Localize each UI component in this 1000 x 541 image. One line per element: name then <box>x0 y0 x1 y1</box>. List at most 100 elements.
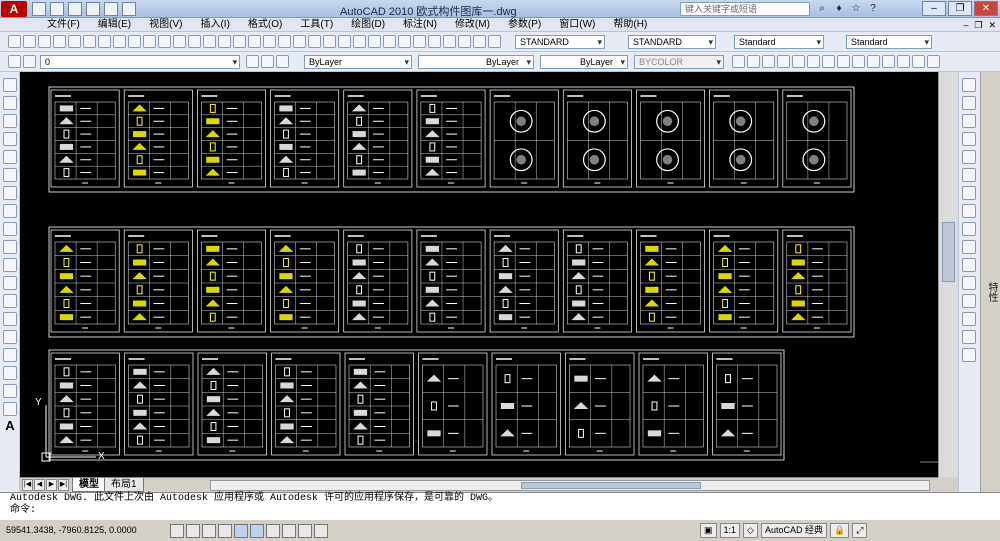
extend-icon[interactable] <box>962 258 976 272</box>
standard-tool-icon[interactable] <box>233 35 246 48</box>
command-window[interactable]: Autodesk DWG. 此文件上次由 Autodesk 应用程序或 Auto… <box>0 492 1000 519</box>
application-menu-button[interactable]: A <box>1 1 27 17</box>
command-prompt[interactable]: 命令: <box>0 505 1000 517</box>
doc-close-icon[interactable]: ✕ <box>988 19 996 31</box>
construction-line-icon[interactable] <box>3 96 17 110</box>
multileader-style-select[interactable]: Standard <box>846 35 932 49</box>
lineweight-select[interactable]: ByLayer <box>540 55 628 69</box>
make-current-icon[interactable] <box>246 55 259 68</box>
chamfer-icon[interactable] <box>962 312 976 326</box>
menu-item[interactable]: 参数(P) <box>499 19 550 31</box>
dim-style-select[interactable]: STANDARD <box>628 35 716 49</box>
tab-layout1[interactable]: 布局1 <box>104 478 144 492</box>
annotation-visibility-icon[interactable]: ◇ <box>743 523 758 538</box>
standard-tool-icon[interactable] <box>383 35 396 48</box>
point-icon[interactable] <box>3 312 17 326</box>
standard-tool-icon[interactable] <box>218 35 231 48</box>
dimension-tool-icon[interactable] <box>732 55 745 68</box>
trim-icon[interactable] <box>962 240 976 254</box>
dimension-tool-icon[interactable] <box>852 55 865 68</box>
help-search-input[interactable]: 键入关键字或短语 <box>680 2 810 16</box>
circle-icon[interactable] <box>3 186 17 200</box>
ducs-toggle-icon[interactable] <box>266 524 280 538</box>
polygon-icon[interactable] <box>3 132 17 146</box>
color-select[interactable]: ByLayer <box>304 55 412 69</box>
standard-tool-icon[interactable] <box>38 35 51 48</box>
standard-tool-icon[interactable] <box>368 35 381 48</box>
dimension-tool-icon[interactable] <box>897 55 910 68</box>
standard-tool-icon[interactable] <box>113 35 126 48</box>
drawing-canvas[interactable]: Y X <box>20 72 938 477</box>
fillet-icon[interactable] <box>962 330 976 344</box>
standard-tool-icon[interactable] <box>173 35 186 48</box>
dimension-tool-icon[interactable] <box>747 55 760 68</box>
standard-tool-icon[interactable] <box>458 35 471 48</box>
workspace-select[interactable]: AutoCAD 经典 <box>760 523 827 538</box>
standard-tool-icon[interactable] <box>128 35 141 48</box>
standard-tool-icon[interactable] <box>158 35 171 48</box>
standard-tool-icon[interactable] <box>23 35 36 48</box>
standard-tool-icon[interactable] <box>293 35 306 48</box>
explode-icon[interactable] <box>962 348 976 362</box>
rotate-icon[interactable] <box>962 186 976 200</box>
dimension-tool-icon[interactable] <box>777 55 790 68</box>
ellipse-arc-icon[interactable] <box>3 258 17 272</box>
standard-tool-icon[interactable] <box>278 35 291 48</box>
new-icon[interactable] <box>32 2 46 16</box>
mtext-tool-label[interactable]: A <box>3 419 17 434</box>
offset-icon[interactable] <box>962 132 976 146</box>
vertical-scrollbar[interactable] <box>938 72 958 477</box>
tab-model[interactable]: 模型 <box>72 478 106 492</box>
revcloud-icon[interactable] <box>3 204 17 218</box>
polar-toggle-icon[interactable] <box>218 524 232 538</box>
copy-icon[interactable] <box>962 96 976 110</box>
line-icon[interactable] <box>3 78 17 92</box>
last-tab-icon[interactable]: ▶| <box>58 479 69 491</box>
help-icon[interactable]: ? <box>866 2 880 16</box>
hatch-icon[interactable] <box>3 330 17 344</box>
standard-tool-icon[interactable] <box>473 35 486 48</box>
ortho-toggle-icon[interactable] <box>202 524 216 538</box>
menu-item[interactable]: 视图(V) <box>140 19 191 31</box>
horizontal-scrollbar[interactable] <box>210 480 930 491</box>
menu-item[interactable]: 标注(N) <box>394 19 446 31</box>
linetype-select[interactable]: ByLayer <box>418 55 534 69</box>
layer-previous-icon[interactable] <box>261 55 274 68</box>
table-icon[interactable] <box>3 384 17 398</box>
standard-tool-icon[interactable] <box>53 35 66 48</box>
clean-screen-icon[interactable]: ⤢ <box>852 523 868 538</box>
ellipse-icon[interactable] <box>3 240 17 254</box>
layer-manager-icon[interactable] <box>8 55 21 68</box>
standard-tool-icon[interactable] <box>68 35 81 48</box>
save-icon[interactable] <box>68 2 82 16</box>
standard-tool-icon[interactable] <box>338 35 351 48</box>
dimension-tool-icon[interactable] <box>927 55 940 68</box>
standard-tool-icon[interactable] <box>428 35 441 48</box>
lwt-toggle-icon[interactable] <box>298 524 312 538</box>
menu-item[interactable]: 格式(O) <box>239 19 291 31</box>
menu-item[interactable]: 工具(T) <box>291 19 342 31</box>
otrack-toggle-icon[interactable] <box>250 524 264 538</box>
minimize-button[interactable]: – <box>922 1 946 16</box>
menu-item[interactable]: 文件(F) <box>38 19 89 31</box>
menu-item[interactable]: 插入(I) <box>191 19 238 31</box>
layer-state-icon[interactable] <box>23 55 36 68</box>
make-block-icon[interactable] <box>3 294 17 308</box>
text-style-select[interactable]: STANDARD <box>515 35 605 49</box>
dimension-tool-icon[interactable] <box>807 55 820 68</box>
standard-tool-icon[interactable] <box>143 35 156 48</box>
standard-tool-icon[interactable] <box>263 35 276 48</box>
close-button[interactable]: ✕ <box>974 1 998 16</box>
erase-icon[interactable] <box>962 78 976 92</box>
standard-tool-icon[interactable] <box>398 35 411 48</box>
standard-tool-icon[interactable] <box>8 35 21 48</box>
standard-tool-icon[interactable] <box>248 35 261 48</box>
doc-restore-icon[interactable]: ❐ <box>974 19 982 31</box>
menu-item[interactable]: 绘图(D) <box>342 19 394 31</box>
polyline-icon[interactable] <box>3 114 17 128</box>
doc-minimize-icon[interactable]: – <box>963 19 968 31</box>
mirror-icon[interactable] <box>962 114 976 128</box>
dimension-tool-icon[interactable] <box>867 55 880 68</box>
standard-tool-icon[interactable] <box>98 35 111 48</box>
dimension-tool-icon[interactable] <box>882 55 895 68</box>
